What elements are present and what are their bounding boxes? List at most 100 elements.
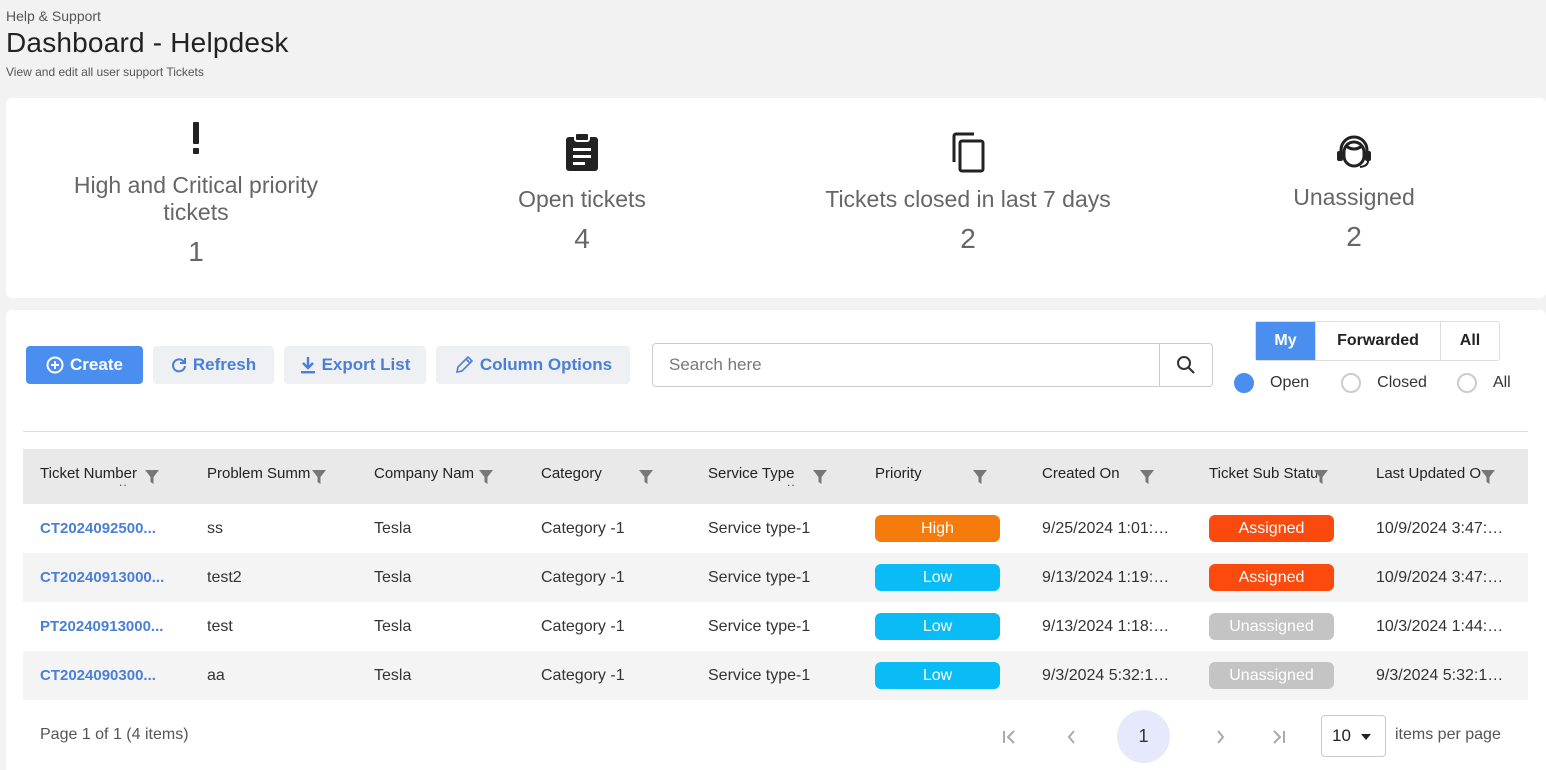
- created-on-cell: 9/3/2024 5:32:10...: [1042, 666, 1176, 684]
- problem-summary-cell: test2: [207, 568, 242, 586]
- breadcrumb[interactable]: Help & Support: [6, 8, 289, 24]
- last-updated-cell: 9/3/2024 5:32:10...: [1376, 666, 1510, 684]
- priority-badge: Low: [875, 564, 1000, 591]
- filter-icon[interactable]: [1313, 469, 1329, 485]
- filter-icon[interactable]: [311, 469, 327, 485]
- current-page-button[interactable]: 1: [1117, 710, 1170, 763]
- page-size-label: items per page: [1395, 726, 1501, 743]
- search-input[interactable]: [653, 344, 1159, 386]
- table-row[interactable]: CT2024090300... aa Tesla Category -1 Ser…: [23, 651, 1528, 700]
- pagination: Page 1 of 1 (4 items) 1 10 items per pag…: [23, 710, 1528, 763]
- service-type-cell: Service type-1: [708, 519, 811, 537]
- pencil-icon: [455, 355, 474, 374]
- filter-icon[interactable]: [812, 469, 828, 485]
- ticket-number-link[interactable]: PT20240913000...: [23, 618, 190, 635]
- column-header-ticket-number[interactable]: Ticket Number ..: [23, 449, 190, 504]
- table-row[interactable]: CT20240913000... test2 Tesla Category -1…: [23, 553, 1528, 602]
- refresh-icon: [171, 358, 186, 373]
- stat-label: Open tickets: [518, 186, 646, 212]
- category-cell: Category -1: [541, 617, 625, 635]
- radio-closed[interactable]: Closed: [1341, 373, 1427, 393]
- column-options-button[interactable]: Column Options: [436, 346, 630, 384]
- column-header-ticket-sub-status[interactable]: Ticket Sub Statu: [1192, 449, 1359, 504]
- priority-badge: High: [875, 515, 1000, 542]
- tab-my[interactable]: My: [1256, 322, 1316, 360]
- download-icon: [300, 357, 315, 374]
- previous-page-button[interactable]: [1061, 726, 1083, 748]
- stat-open-tickets[interactable]: Open tickets 4: [392, 132, 772, 255]
- sub-status-cell: Unassigned: [1192, 613, 1359, 640]
- next-page-button[interactable]: [1209, 726, 1231, 748]
- company-cell: Tesla: [374, 617, 412, 635]
- problem-summary-cell: ss: [207, 519, 223, 537]
- create-label: Create: [70, 355, 123, 374]
- page-size-select[interactable]: 10: [1321, 715, 1386, 757]
- column-header-problem-summary[interactable]: Problem Summ: [190, 449, 357, 504]
- filter-icon[interactable]: [972, 469, 988, 485]
- service-type-cell: Service type-1: [708, 568, 811, 586]
- first-page-button[interactable]: [999, 726, 1021, 748]
- company-cell: Tesla: [374, 568, 412, 586]
- created-on-cell: 9/13/2024 1:19:38...: [1042, 568, 1185, 586]
- last-page-button[interactable]: [1267, 726, 1289, 748]
- filter-icon[interactable]: [1139, 469, 1155, 485]
- tab-all[interactable]: All: [1441, 322, 1499, 360]
- ticket-number-link[interactable]: CT2024092500...: [23, 520, 190, 537]
- priority-cell: Low: [858, 662, 1025, 689]
- stat-closed-7-days[interactable]: Tickets closed in last 7 days 2: [778, 132, 1158, 255]
- category-cell: Category -1: [541, 519, 625, 537]
- company-cell: Tesla: [374, 519, 412, 537]
- radio-all-label: All: [1492, 374, 1511, 391]
- radio-closed-label: Closed: [1377, 374, 1427, 391]
- radio-all[interactable]: All: [1456, 373, 1511, 393]
- column-header-last-updated[interactable]: Last Updated O: [1359, 449, 1526, 504]
- exclamation-icon: [193, 122, 199, 154]
- column-header-company-name[interactable]: Company Nam: [357, 449, 524, 504]
- priority-badge: Low: [875, 662, 1000, 689]
- page-title: Dashboard - Helpdesk: [6, 27, 289, 58]
- status-badge: Assigned: [1209, 564, 1334, 591]
- search-button[interactable]: [1159, 344, 1212, 386]
- table-row[interactable]: CT2024092500... ss Tesla Category -1 Ser…: [23, 504, 1528, 553]
- export-label: Export List: [321, 355, 411, 374]
- filter-icon[interactable]: [638, 469, 654, 485]
- column-header-priority[interactable]: Priority: [858, 449, 1025, 504]
- stats-card: High and Critical priority tickets 1 Ope…: [6, 98, 1546, 298]
- stat-high-priority[interactable]: High and Critical priority tickets 1: [6, 118, 386, 268]
- column-header-service-type[interactable]: Service Type ..: [691, 449, 858, 504]
- last-page-icon: [1273, 730, 1285, 744]
- export-list-button[interactable]: Export List: [284, 346, 426, 384]
- header-ellipsis: ..: [119, 475, 128, 489]
- refresh-button[interactable]: Refresh: [153, 346, 274, 384]
- ticket-number-link[interactable]: CT2024090300...: [23, 667, 190, 684]
- column-header-category[interactable]: Category: [524, 449, 691, 504]
- company-cell: Tesla: [374, 666, 412, 684]
- create-button[interactable]: Create: [26, 346, 143, 384]
- last-updated-cell: 10/3/2024 1:44:15...: [1376, 617, 1519, 635]
- created-on-cell: 9/25/2024 1:01:4...: [1042, 519, 1176, 537]
- ownership-filter-tabs: My Forwarded All: [1255, 321, 1500, 361]
- header-ellipsis: ..: [787, 475, 796, 489]
- chevron-left-icon: [1067, 730, 1075, 744]
- priority-cell: Low: [858, 613, 1025, 640]
- filter-icon[interactable]: [144, 469, 160, 485]
- refresh-label: Refresh: [192, 355, 257, 374]
- category-cell: Category -1: [541, 568, 625, 586]
- table-row[interactable]: PT20240913000... test Tesla Category -1 …: [23, 602, 1528, 651]
- ticket-number-link[interactable]: CT20240913000...: [23, 569, 190, 586]
- filter-icon[interactable]: [478, 469, 494, 485]
- radio-open[interactable]: Open: [1234, 373, 1309, 393]
- problem-summary-cell: aa: [207, 666, 225, 684]
- stat-value: 4: [574, 223, 590, 254]
- filter-icon[interactable]: [1480, 469, 1496, 485]
- tab-forwarded[interactable]: Forwarded: [1316, 322, 1441, 360]
- service-type-cell: Service type-1: [708, 617, 811, 635]
- headset-icon: [1337, 135, 1371, 168]
- column-header-created-on[interactable]: Created On: [1025, 449, 1192, 504]
- stat-unassigned[interactable]: Unassigned 2: [1164, 132, 1544, 253]
- sub-status-cell: Assigned: [1192, 515, 1359, 542]
- stat-label: Tickets closed in last 7 days: [825, 186, 1111, 212]
- radio-open-indicator: [1234, 373, 1254, 393]
- tickets-panel: Create Refresh Export List Column Option…: [6, 310, 1546, 770]
- clipboard-icon: [566, 132, 598, 171]
